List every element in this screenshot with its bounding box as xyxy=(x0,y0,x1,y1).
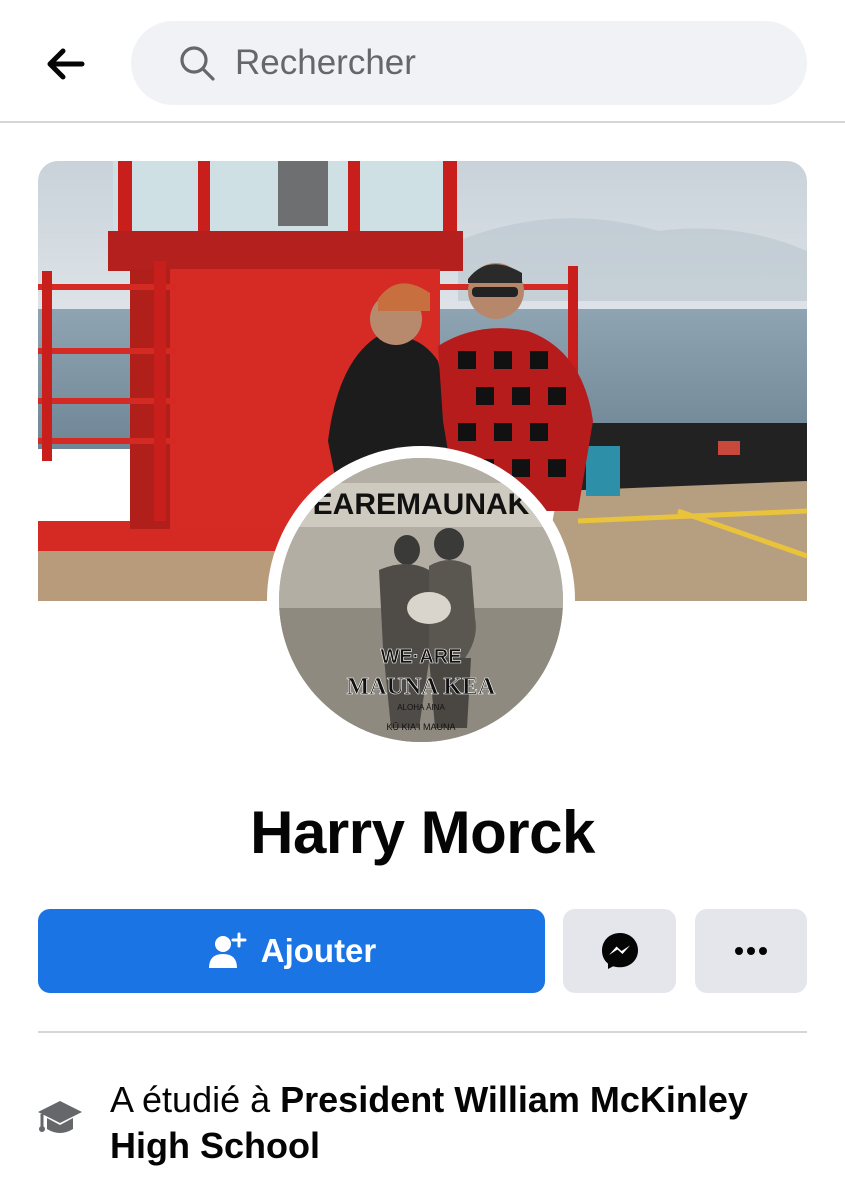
search-input[interactable] xyxy=(235,43,775,83)
profile-picture[interactable]: EAREMAUNAK WE·ARE MAUNA KEA ALOHA ĀINA K… xyxy=(267,446,575,754)
education-info: A étudié à President William McKinley Hi… xyxy=(110,1077,810,1169)
avatar-we-are-text: WE·ARE xyxy=(380,646,461,668)
back-button[interactable] xyxy=(40,40,92,88)
arrow-left-icon xyxy=(47,48,85,80)
top-bar xyxy=(0,0,845,123)
avatar-mauna-kea-text: MAUNA KEA xyxy=(347,674,496,700)
add-friend-label: Ajouter xyxy=(260,932,377,969)
messenger-icon xyxy=(601,933,638,969)
avatar-ko-kiai-text: KŪ KIAʻI MAUNA xyxy=(386,722,455,732)
add-friend-icon xyxy=(208,932,247,968)
avatar-aloha-text: ALOHA ĀINA xyxy=(397,703,445,712)
education-prefix: A étudié à xyxy=(110,1079,281,1120)
more-options-button[interactable] xyxy=(695,909,807,993)
section-divider xyxy=(38,1031,807,1033)
profile-name: Harry Morck xyxy=(250,799,595,866)
more-dots-icon xyxy=(735,947,767,955)
avatar-banner-text: EAREMAUNAK xyxy=(313,488,530,521)
search-bar[interactable] xyxy=(131,21,807,105)
add-friend-button[interactable]: Ajouter xyxy=(38,909,545,993)
graduation-cap-icon xyxy=(36,1095,84,1143)
search-icon xyxy=(177,43,217,83)
message-button[interactable] xyxy=(563,909,676,993)
